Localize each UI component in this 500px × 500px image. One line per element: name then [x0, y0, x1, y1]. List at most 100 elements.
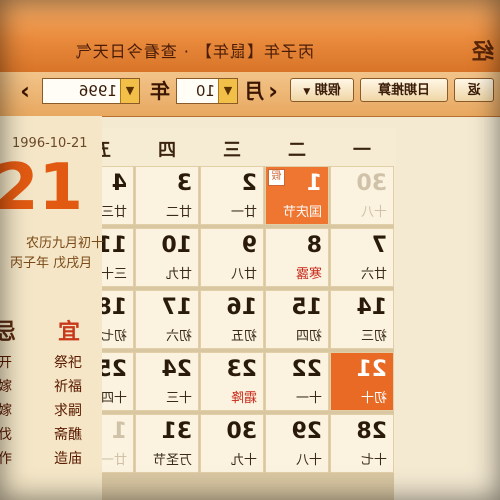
day-number: 14 [356, 295, 387, 320]
ji-item: 伐 [0, 424, 12, 444]
day-number: 1 [306, 171, 322, 196]
back-today-button[interactable]: 返 [454, 78, 494, 102]
day-cell[interactable]: 24 十三 [135, 352, 199, 411]
day-cell[interactable]: 1 国庆节 假 [265, 166, 329, 225]
weekday-label: 二 [288, 140, 306, 161]
lunar-day: 廿六 [360, 267, 387, 282]
holiday-label: 假期 [314, 83, 341, 98]
day-number: 3 [176, 171, 192, 196]
yi-item: 造庙 [54, 451, 82, 467]
day-number: 28 [356, 419, 387, 444]
next-month-icon[interactable]: › [20, 77, 30, 105]
mirrored-view: 经 丙子年【鼠年】 · 查看今日天气 返 日期推算 假期 ▼ ‹ 月 ▼ 10 … [0, 0, 500, 500]
day-cell[interactable]: 2 廿一 [200, 166, 264, 225]
lunar-day: 廿八 [230, 267, 257, 282]
ji-label: 忌 [0, 314, 16, 346]
chevron-down-icon: ▼ [120, 79, 139, 103]
lunar-day: 十七 [360, 453, 387, 468]
lunar-day: 初十 [360, 391, 387, 406]
day-cell[interactable]: 23 霜降 [200, 352, 264, 411]
day-number: 29 [291, 419, 322, 444]
lunar-day: 十一 [295, 391, 322, 406]
holiday-dropdown[interactable]: 假期 ▼ [290, 78, 354, 102]
lunar-day: 国庆节 [282, 205, 322, 220]
app-title-fragment: 经 [471, 40, 494, 65]
day-number: 1 [111, 419, 127, 444]
day-cell[interactable]: 16 初五 [200, 290, 264, 349]
weekday-label: 三 [223, 140, 241, 161]
day-cell[interactable]: 10 廿九 [135, 228, 199, 287]
day-cell[interactable]: 31 万圣节 [135, 414, 199, 473]
day-cell[interactable]: 17 初六 [135, 290, 199, 349]
day-number: 8 [306, 233, 322, 258]
day-cell[interactable]: 29 十八 [265, 414, 329, 473]
day-cell[interactable]: 7 廿六 [330, 228, 394, 287]
ji-item: 作 [0, 448, 12, 468]
day-detail-panel: 1996-10-2121农历九月初十丙子年 戊戌月忌宜开祭祀嫁祈福嫁求嗣伐斋醮作… [0, 116, 105, 500]
yi-item: 祈福 [54, 379, 82, 395]
day-number: 21 [356, 357, 387, 382]
selected-date: 1996-10-21 [12, 136, 88, 151]
day-number: 23 [226, 357, 257, 382]
day-cell[interactable]: 3 廿二 [135, 166, 199, 225]
lunar-day: 三十 [100, 267, 127, 282]
lunar-day: 初四 [295, 329, 322, 344]
month-value: 10 [195, 82, 215, 100]
ganzhi-date: 丙子年 戊戌月 [10, 256, 93, 271]
day-number: 4 [111, 171, 127, 196]
day-cell[interactable]: 30 十八 [330, 166, 394, 225]
lunar-date: 农历九月初十 [26, 236, 105, 251]
lunar-day: 初三 [360, 329, 387, 344]
day-cell[interactable]: 15 初四 [265, 290, 329, 349]
yi-item: 祭祀 [54, 355, 82, 371]
day-cell[interactable]: 9 廿八 [200, 228, 264, 287]
back-label: 返 [467, 83, 481, 98]
day-number: 9 [241, 233, 257, 258]
lunar-day: 十四 [100, 391, 127, 406]
day-cell[interactable]: 8 寒露 [265, 228, 329, 287]
day-cell[interactable]: 28 十七 [330, 414, 394, 473]
yi-item: 求嗣 [54, 403, 82, 419]
year-select[interactable]: ▼ 1996 [42, 78, 140, 104]
day-number: 2 [241, 171, 257, 196]
day-cell[interactable]: 22 十一 [265, 352, 329, 411]
lunar-day: 初七 [100, 329, 127, 344]
date-calc-button[interactable]: 日期推算 [360, 78, 448, 102]
prev-month-icon[interactable]: ‹ [268, 77, 278, 105]
lunar-day: 万圣节 [152, 453, 192, 468]
lunar-day: 初六 [165, 329, 192, 344]
yi-item: 斋醮 [54, 427, 82, 443]
day-number: 7 [371, 233, 387, 258]
lunar-day: 廿一 [100, 453, 127, 468]
day-cell[interactable]: 30 十九 [200, 414, 264, 473]
ji-item: 嫁 [0, 400, 12, 420]
calendar-window: 经 丙子年【鼠年】 · 查看今日天气 返 日期推算 假期 ▼ ‹ 月 ▼ 10 … [0, 0, 500, 500]
month-select[interactable]: ▼ 10 [176, 78, 238, 104]
day-number: 15 [291, 295, 322, 320]
day-number: 31 [161, 419, 192, 444]
year-info-title[interactable]: 丙子年【鼠年】 · 查看今日天气 [75, 38, 314, 62]
holiday-badge: 假 [268, 169, 285, 186]
day-number: 30 [356, 171, 387, 196]
year-label: 年 [150, 79, 170, 103]
title-bar: 经 丙子年【鼠年】 · 查看今日天气 [0, 0, 500, 72]
day-number: 10 [161, 233, 192, 258]
chevron-down-icon: ▼ [303, 87, 311, 97]
weekday-label: 一 [353, 140, 371, 161]
ji-item: 嫁 [0, 376, 12, 396]
month-label: 月 [244, 79, 264, 103]
selected-day-big: 21 [0, 151, 84, 225]
day-number: 24 [161, 357, 192, 382]
lunar-day: 廿三 [100, 205, 127, 220]
lunar-day: 寒露 [295, 267, 322, 282]
ji-item: 开 [0, 352, 12, 372]
yi-label: 宜 [58, 320, 81, 345]
lunar-day: 十九 [230, 453, 257, 468]
lunar-day: 霜降 [230, 391, 257, 406]
day-cell[interactable]: 14 初三 [330, 290, 394, 349]
day-number: 30 [226, 419, 257, 444]
day-cell-selected[interactable]: 21 初十 [330, 352, 394, 411]
lunar-day: 十八 [295, 453, 322, 468]
day-number: 17 [161, 295, 192, 320]
day-number: 22 [291, 357, 322, 382]
